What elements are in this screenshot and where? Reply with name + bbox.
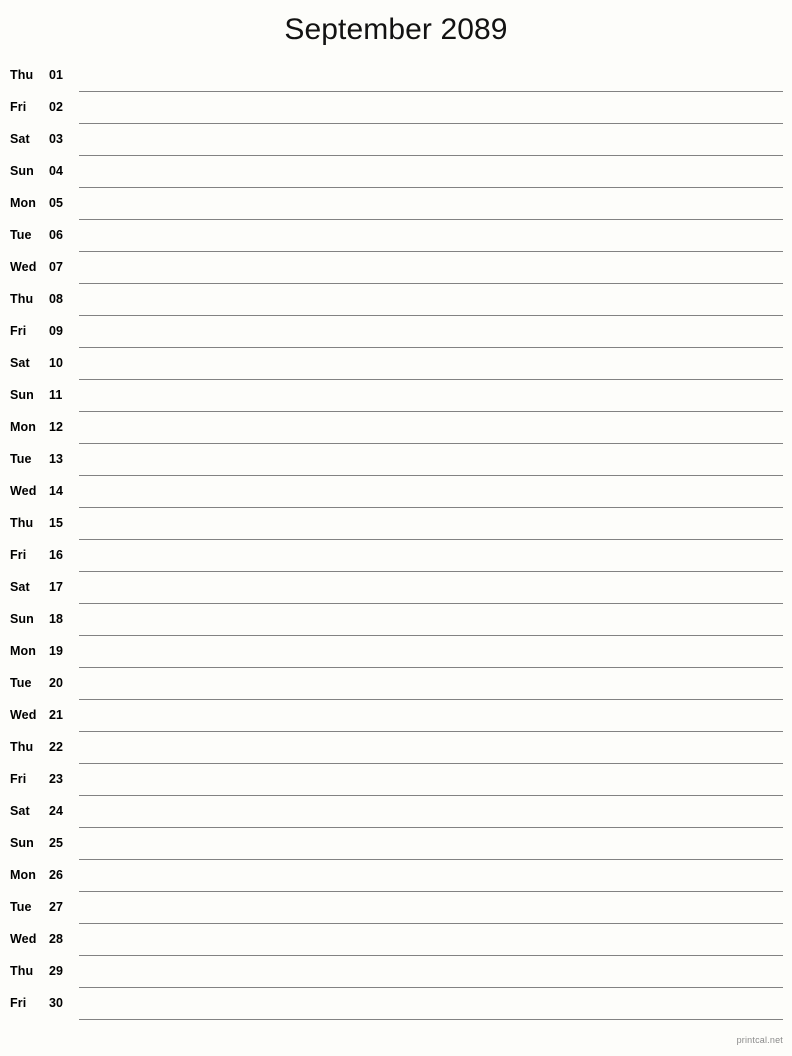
weekday-label: Mon [10, 420, 36, 434]
day-number: 01 [49, 68, 64, 82]
weekday-label: Thu [10, 516, 34, 530]
weekday-label: Mon [10, 644, 36, 658]
day-number: 16 [49, 548, 64, 562]
weekday-label: Wed [10, 260, 37, 274]
weekday-label: Wed [10, 708, 37, 722]
day-row: Thu 01 [0, 60, 792, 92]
weekday-label: Thu [10, 964, 34, 978]
weekday-label: Fri [10, 996, 27, 1010]
day-row: Thu 29 [0, 956, 792, 988]
day-number: 03 [49, 132, 64, 146]
weekday-label: Fri [10, 100, 27, 114]
weekday-label: Fri [10, 772, 27, 786]
day-number: 08 [49, 292, 64, 306]
day-number: 17 [49, 580, 64, 594]
weekday-label: Sat [10, 356, 30, 370]
day-number: 23 [49, 772, 64, 786]
day-number: 15 [49, 516, 64, 530]
day-row: Mon 26 [0, 860, 792, 892]
day-row: Fri 23 [0, 764, 792, 796]
day-row: Tue 06 [0, 220, 792, 252]
weekday-label: Fri [10, 324, 27, 338]
day-row: Thu 08 [0, 284, 792, 316]
day-row: Fri 09 [0, 316, 792, 348]
weekday-label: Tue [10, 228, 32, 242]
weekday-label: Fri [10, 548, 27, 562]
day-number: 21 [49, 708, 64, 722]
day-number: 24 [49, 804, 64, 818]
weekday-label: Sat [10, 132, 30, 146]
day-row: Sun 18 [0, 604, 792, 636]
day-row: Wed 21 [0, 700, 792, 732]
day-row: Tue 27 [0, 892, 792, 924]
day-row: Sat 24 [0, 796, 792, 828]
footer-watermark: printcal.net [736, 1035, 783, 1045]
weekday-label: Thu [10, 740, 34, 754]
day-row: Tue 20 [0, 668, 792, 700]
weekday-label: Wed [10, 484, 37, 498]
weekday-label: Sun [10, 388, 34, 402]
day-number: 27 [49, 900, 64, 914]
day-number: 11 [49, 388, 63, 402]
day-number: 07 [49, 260, 64, 274]
day-row: Wed 07 [0, 252, 792, 284]
page-title: September 2089 [284, 13, 508, 46]
day-number: 06 [49, 228, 64, 242]
note-writing-line[interactable] [79, 1019, 783, 1020]
weekday-label: Sat [10, 804, 30, 818]
day-number: 09 [49, 324, 64, 338]
day-number: 25 [49, 836, 64, 850]
weekday-label: Sun [10, 612, 34, 626]
calendar-page: September 2089 Thu 01 Fri 02 Sat 03 Sun 04 Mon 05… [0, 0, 792, 1056]
day-number: 12 [49, 420, 64, 434]
day-row: Sun 25 [0, 828, 792, 860]
weekday-label: Thu [10, 68, 34, 82]
weekday-label: Tue [10, 676, 32, 690]
day-row: Tue 13 [0, 444, 792, 476]
day-row: Wed 28 [0, 924, 792, 956]
weekday-label: Tue [10, 900, 32, 914]
day-row: Sat 10 [0, 348, 792, 380]
weekday-label: Mon [10, 196, 36, 210]
day-number: 30 [49, 996, 64, 1010]
day-row: Sat 17 [0, 572, 792, 604]
day-number: 05 [49, 196, 64, 210]
weekday-label: Sun [10, 164, 34, 178]
day-row: Wed 14 [0, 476, 792, 508]
day-number: 14 [49, 484, 64, 498]
day-number: 22 [49, 740, 64, 754]
day-number: 20 [49, 676, 64, 690]
day-number: 13 [49, 452, 64, 466]
day-row: Sun 11 [0, 380, 792, 412]
day-row: Thu 22 [0, 732, 792, 764]
weekday-label: Mon [10, 868, 36, 882]
day-row: Thu 15 [0, 508, 792, 540]
day-number: 26 [49, 868, 64, 882]
weekday-label: Tue [10, 452, 32, 466]
day-number: 10 [49, 356, 64, 370]
day-row: Mon 05 [0, 188, 792, 220]
day-number: 02 [49, 100, 64, 114]
weekday-label: Wed [10, 932, 37, 946]
day-row: Fri 02 [0, 92, 792, 124]
day-row: Sun 04 [0, 156, 792, 188]
day-number: 28 [49, 932, 64, 946]
weekday-label: Sat [10, 580, 30, 594]
day-row-list: Thu 01 Fri 02 Sat 03 Sun 04 Mon 05 Tue 06 Wed 07 Thu 08… [0, 60, 792, 1020]
weekday-label: Thu [10, 292, 34, 306]
day-row: Fri 16 [0, 540, 792, 572]
day-row: Fri 30 [0, 988, 792, 1020]
day-number: 29 [49, 964, 64, 978]
day-row: Mon 19 [0, 636, 792, 668]
day-row: Mon 12 [0, 412, 792, 444]
day-number: 19 [49, 644, 64, 658]
day-number: 04 [49, 164, 64, 178]
weekday-label: Sun [10, 836, 34, 850]
day-number: 18 [49, 612, 64, 626]
day-row: Sat 03 [0, 124, 792, 156]
